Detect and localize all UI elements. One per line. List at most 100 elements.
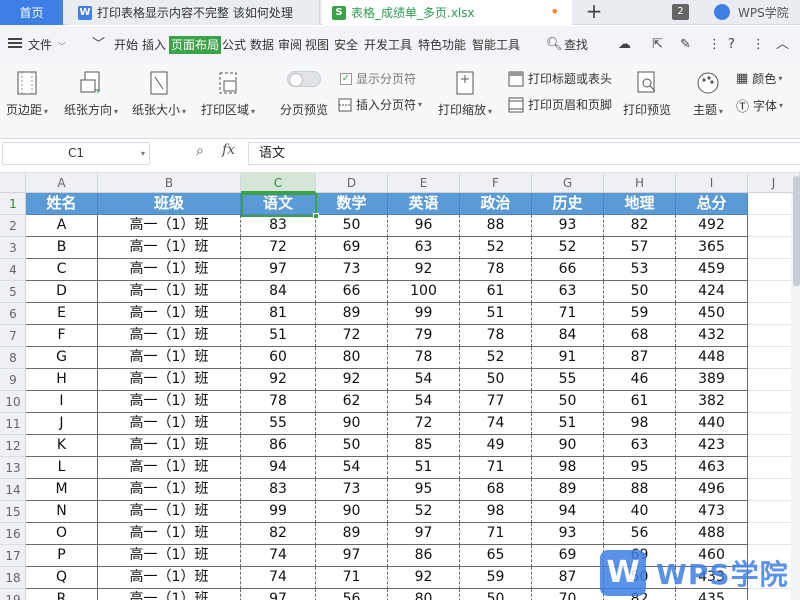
table-cell[interactable]: Q: [26, 567, 98, 589]
table-cell[interactable]: 90: [316, 501, 388, 523]
tab-spreadsheet[interactable]: S 表格_成绩单_多页.xlsx •: [322, 0, 572, 25]
scrollbar-thumb[interactable]: [793, 176, 800, 286]
table-cell[interactable]: N: [26, 501, 98, 523]
zoom-icon[interactable]: ⌕: [196, 143, 204, 159]
chevron-down-icon[interactable]: ▾: [141, 143, 145, 164]
table-cell[interactable]: 63: [388, 237, 460, 259]
table-cell[interactable]: 高一（1）班: [98, 589, 241, 600]
table-cell[interactable]: B: [26, 237, 98, 259]
table-cell[interactable]: 82: [241, 523, 316, 545]
table-cell[interactable]: 高一（1）班: [98, 237, 241, 259]
table-cell[interactable]: 89: [316, 303, 388, 325]
table-cell[interactable]: M: [26, 479, 98, 501]
table-cell[interactable]: 82: [604, 215, 676, 237]
table-cell[interactable]: 382: [676, 391, 748, 413]
table-cell[interactable]: 98: [604, 413, 676, 435]
table-cell[interactable]: 56: [316, 589, 388, 600]
table-cell[interactable]: 92: [388, 567, 460, 589]
table-cell[interactable]: 72: [388, 413, 460, 435]
table-cell[interactable]: 50: [532, 391, 604, 413]
formula-input[interactable]: 语文: [248, 142, 800, 165]
table-cell[interactable]: 54: [388, 391, 460, 413]
table-cell[interactable]: E: [26, 303, 98, 325]
table-cell[interactable]: 94: [241, 457, 316, 479]
row-header[interactable]: 18: [0, 567, 26, 589]
column-header-B[interactable]: B: [98, 173, 241, 193]
table-cell[interactable]: 66: [316, 281, 388, 303]
table-cell[interactable]: 40: [604, 501, 676, 523]
table-cell[interactable]: 100: [388, 281, 460, 303]
table-cell[interactable]: 59: [604, 303, 676, 325]
edit-icon[interactable]: ✎: [680, 36, 691, 54]
table-cell[interactable]: 86: [388, 545, 460, 567]
table-cell[interactable]: 高一（1）班: [98, 259, 241, 281]
table-cell[interactable]: 99: [388, 303, 460, 325]
table-cell[interactable]: 高一（1）班: [98, 567, 241, 589]
table-cell[interactable]: 高一（1）班: [98, 501, 241, 523]
print-area-button[interactable]: 打印区域 ▾: [198, 71, 258, 118]
table-cell[interactable]: 61: [460, 281, 532, 303]
table-cell[interactable]: 86: [241, 435, 316, 457]
tab-document[interactable]: W 打印表格显示内容不完整 该如何处理: [68, 0, 320, 25]
row-header[interactable]: 11: [0, 413, 26, 435]
select-all-corner[interactable]: [0, 173, 26, 193]
menu-file[interactable]: 文件 ﹀: [28, 36, 66, 54]
table-cell[interactable]: 488: [676, 523, 748, 545]
header-cell[interactable]: 数学: [316, 193, 388, 215]
menu-tab-9[interactable]: 特色功能: [418, 36, 466, 54]
table-cell[interactable]: 440: [676, 413, 748, 435]
table-cell[interactable]: 90: [532, 435, 604, 457]
print-preview-button[interactable]: 打印预览: [620, 71, 674, 118]
cloud-sync-icon[interactable]: ☁︎: [618, 36, 631, 54]
insert-page-break-button[interactable]: 插入分页符 ▾: [338, 96, 422, 113]
menu-tab-5[interactable]: 审阅: [278, 36, 302, 54]
table-cell[interactable]: 50: [316, 215, 388, 237]
table-cell[interactable]: 84: [532, 325, 604, 347]
table-cell[interactable]: F: [26, 325, 98, 347]
row-header[interactable]: 16: [0, 523, 26, 545]
table-cell[interactable]: 87: [532, 567, 604, 589]
table-cell[interactable]: 高一（1）班: [98, 435, 241, 457]
table-cell[interactable]: 77: [460, 391, 532, 413]
table-cell[interactable]: L: [26, 457, 98, 479]
table-cell[interactable]: 高一（1）班: [98, 523, 241, 545]
print-titles-button[interactable]: 打印标题或表头: [508, 70, 612, 87]
table-cell[interactable]: 93: [532, 523, 604, 545]
table-cell[interactable]: 70: [532, 589, 604, 600]
table-cell[interactable]: 424: [676, 281, 748, 303]
table-cell[interactable]: 496: [676, 479, 748, 501]
table-cell[interactable]: 50: [460, 589, 532, 600]
row-header[interactable]: 1: [0, 193, 26, 215]
table-cell[interactable]: 高一（1）班: [98, 281, 241, 303]
table-cell[interactable]: 66: [532, 259, 604, 281]
table-cell[interactable]: 52: [388, 501, 460, 523]
table-cell[interactable]: 高一（1）班: [98, 325, 241, 347]
table-cell[interactable]: 88: [460, 215, 532, 237]
row-header[interactable]: 8: [0, 347, 26, 369]
table-cell[interactable]: 459: [676, 259, 748, 281]
table-cell[interactable]: C: [26, 259, 98, 281]
table-cell[interactable]: 423: [676, 435, 748, 457]
table-cell[interactable]: 74: [460, 413, 532, 435]
help-icon[interactable]: ?: [728, 36, 735, 54]
table-cell[interactable]: 高一（1）班: [98, 391, 241, 413]
table-cell[interactable]: 93: [532, 215, 604, 237]
show-page-breaks-checkbox[interactable]: ✓ 显示分页符: [340, 70, 416, 87]
table-cell[interactable]: 74: [241, 567, 316, 589]
table-cell[interactable]: 90: [316, 413, 388, 435]
row-header[interactable]: 4: [0, 259, 26, 281]
table-cell[interactable]: 97: [388, 523, 460, 545]
table-cell[interactable]: 65: [460, 545, 532, 567]
table-cell[interactable]: 365: [676, 237, 748, 259]
table-cell[interactable]: 高一（1）班: [98, 215, 241, 237]
header-footer-button[interactable]: 打印页眉和页脚: [508, 96, 612, 113]
column-header-H[interactable]: H: [604, 173, 676, 193]
table-cell[interactable]: 78: [460, 259, 532, 281]
table-cell[interactable]: K: [26, 435, 98, 457]
table-cell[interactable]: 78: [460, 325, 532, 347]
table-cell[interactable]: 高一（1）班: [98, 347, 241, 369]
table-cell[interactable]: J: [26, 413, 98, 435]
table-cell[interactable]: 71: [460, 457, 532, 479]
table-cell[interactable]: 78: [388, 347, 460, 369]
table-cell[interactable]: 389: [676, 369, 748, 391]
